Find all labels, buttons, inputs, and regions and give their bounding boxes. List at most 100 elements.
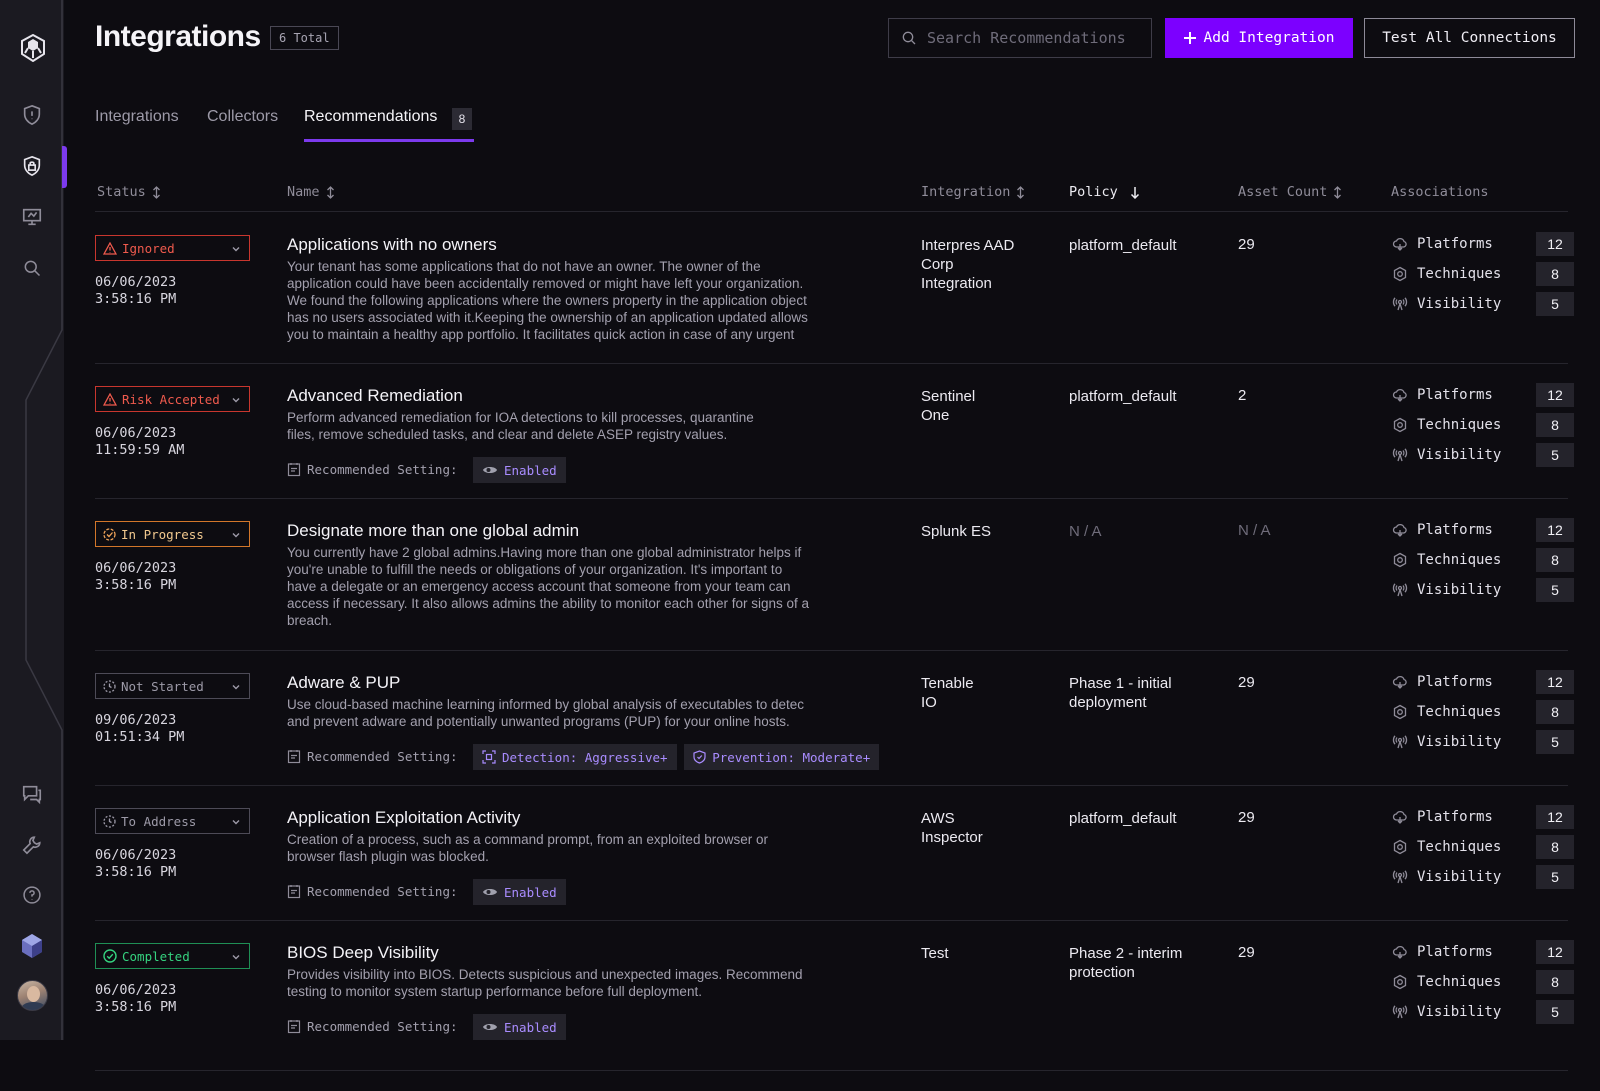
association-platforms[interactable]: Platforms <box>1392 522 1493 538</box>
search-icon[interactable] <box>20 256 44 280</box>
association-visibility[interactable]: Visibility <box>1392 582 1501 598</box>
active-tab-underline <box>304 139 474 142</box>
association-techniques[interactable]: Techniques <box>1392 417 1501 433</box>
add-integration-label: Add Integration <box>1203 30 1335 46</box>
test-all-connections-button[interactable]: Test All Connections <box>1364 18 1575 58</box>
recommendation-name[interactable]: Applications with no owners <box>287 235 497 255</box>
association-techniques[interactable]: Techniques <box>1392 266 1501 282</box>
recommendation-name[interactable]: Designate more than one global admin <box>287 521 579 541</box>
status-label: To Address <box>121 813 197 829</box>
association-visibility[interactable]: Visibility <box>1392 869 1501 885</box>
association-platforms[interactable]: Platforms <box>1392 944 1493 960</box>
search-box[interactable] <box>888 18 1152 58</box>
time-text: 3:58:16 PM <box>95 864 177 880</box>
shield-check-icon <box>693 750 706 764</box>
policy-value: Phase 1 - initial deployment <box>1069 674 1172 712</box>
setting-chip-label: Detection: Aggressive+ <box>502 749 668 765</box>
association-count: 8 <box>1536 413 1574 437</box>
column-header-integration[interactable]: Integration <box>921 184 1025 200</box>
techniques-icon <box>1392 417 1408 433</box>
status-dropdown[interactable]: Not Started <box>95 673 250 699</box>
status-label: Risk Accepted <box>122 391 220 407</box>
platforms-icon <box>1392 944 1408 960</box>
help-icon[interactable] <box>20 883 44 907</box>
setting-chip-label: Enabled <box>504 462 557 478</box>
association-techniques[interactable]: Techniques <box>1392 974 1501 990</box>
column-header-policy[interactable]: Policy <box>1069 184 1140 200</box>
techniques-icon <box>1392 266 1408 282</box>
association-visibility[interactable]: Visibility <box>1392 447 1501 463</box>
status-dropdown[interactable]: Ignored <box>95 235 250 261</box>
settings-icon <box>287 1019 301 1034</box>
description-line: Your tenant has some applications that d… <box>287 259 761 274</box>
eye-icon <box>482 1022 498 1032</box>
association-platforms[interactable]: Platforms <box>1392 387 1493 403</box>
status-dropdown[interactable]: In Progress <box>95 521 250 547</box>
column-header-status[interactable]: Status <box>97 184 161 200</box>
visibility-icon <box>1392 869 1408 885</box>
association-label: Techniques <box>1417 704 1502 720</box>
setting-chip: Enabled <box>473 879 566 905</box>
association-techniques[interactable]: Techniques <box>1392 552 1501 568</box>
policy-line: protection <box>1069 964 1135 981</box>
association-visibility[interactable]: Visibility <box>1392 296 1501 312</box>
association-platforms[interactable]: Platforms <box>1392 674 1493 690</box>
association-platforms[interactable]: Platforms <box>1392 236 1493 252</box>
recommendation-name[interactable]: Application Exploitation Activity <box>287 808 520 828</box>
hex-logo-icon[interactable] <box>19 932 45 960</box>
status-dropdown[interactable]: Risk Accepted <box>95 386 250 412</box>
setting-chip: Enabled <box>473 1014 566 1040</box>
policy-value: Phase 2 - interim protection <box>1069 944 1182 982</box>
association-label: Techniques <box>1417 974 1502 990</box>
tab-recommendations[interactable]: Recommendations <box>304 108 437 126</box>
association-visibility[interactable]: Visibility <box>1392 1004 1501 1020</box>
association-count: 12 <box>1536 383 1574 407</box>
app-logo-icon[interactable] <box>19 34 47 62</box>
add-integration-button[interactable]: Add Integration <box>1165 18 1353 58</box>
eye-icon <box>482 887 498 897</box>
clock-icon <box>103 679 116 693</box>
association-platforms[interactable]: Platforms <box>1392 809 1493 825</box>
status-date: 06/06/2023 11:59:59 AM <box>95 425 184 459</box>
recommendation-description: Creation of a process, such as a command… <box>287 831 867 865</box>
eye-icon <box>482 465 498 475</box>
chat-icon[interactable] <box>20 782 44 806</box>
status-date: 09/06/2023 01:51:34 PM <box>95 712 184 746</box>
chevron-down-icon <box>231 393 241 408</box>
recommendation-name[interactable]: Advanced Remediation <box>287 386 463 406</box>
shield-alert-icon[interactable] <box>20 103 44 127</box>
status-dropdown[interactable]: Completed <box>95 943 250 969</box>
status-date: 06/06/2023 3:58:16 PM <box>95 847 176 881</box>
policy-value: platform_default <box>1069 236 1177 255</box>
row-divider <box>95 920 1568 921</box>
time-text: 3:58:16 PM <box>95 291 177 307</box>
association-techniques[interactable]: Techniques <box>1392 839 1501 855</box>
tab-collectors[interactable]: Collectors <box>207 108 278 126</box>
chevron-down-icon <box>231 680 241 695</box>
recommended-setting-text: Recommended Setting: <box>307 462 458 477</box>
association-count: 12 <box>1536 232 1574 256</box>
recommendation-name[interactable]: BIOS Deep Visibility <box>287 943 439 963</box>
search-input[interactable] <box>927 29 1142 47</box>
column-header-asset-count[interactable]: Asset Count <box>1238 184 1342 200</box>
association-count: 12 <box>1536 670 1574 694</box>
association-label: Visibility <box>1417 734 1502 750</box>
status-dropdown[interactable]: To Address <box>95 808 250 834</box>
settings-icon <box>287 749 301 764</box>
association-techniques[interactable]: Techniques <box>1392 704 1501 720</box>
recommendation-description: Perform advanced remediation for IOA det… <box>287 409 867 443</box>
association-visibility[interactable]: Visibility <box>1392 734 1501 750</box>
association-count: 8 <box>1536 970 1574 994</box>
monitor-icon[interactable] <box>20 205 44 229</box>
association-label: Visibility <box>1417 1004 1502 1020</box>
user-avatar[interactable] <box>17 980 48 1011</box>
column-header-name[interactable]: Name <box>287 184 335 200</box>
recommendation-name[interactable]: Adware & PUP <box>287 673 400 693</box>
recommended-setting-label: Recommended Setting: <box>287 884 458 899</box>
shield-lock-icon[interactable] <box>20 154 44 178</box>
sort-icon <box>152 185 161 199</box>
column-header-associations: Associations <box>1391 184 1489 200</box>
description-line: and prevent adware and potentially unwan… <box>287 714 790 729</box>
wrench-icon[interactable] <box>20 833 44 857</box>
tab-integrations[interactable]: Integrations <box>95 108 179 126</box>
